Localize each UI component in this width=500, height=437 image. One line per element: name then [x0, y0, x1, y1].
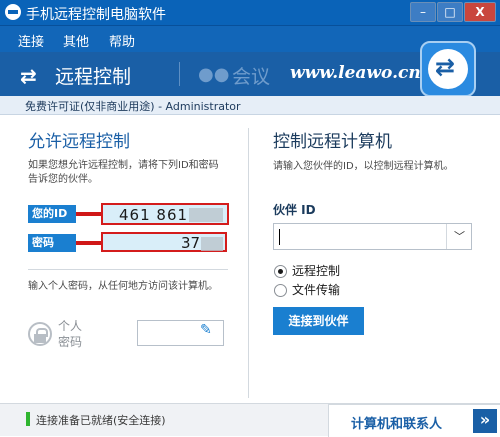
- tab-meeting[interactable]: 会议: [232, 62, 270, 89]
- title-bar: 手机远程控制电脑软件 – □ X: [0, 0, 500, 26]
- minimize-button[interactable]: –: [410, 2, 436, 22]
- password-field: 37: [101, 232, 227, 252]
- allow-remote-control-panel: 允许远程控制 如果您想允许远程控制，请将下列ID和密码告诉您的伙伴。 您的ID …: [0, 115, 250, 405]
- menu-help[interactable]: 帮助: [109, 31, 135, 50]
- your-id-field: 461 861: [101, 203, 229, 225]
- menu-connect[interactable]: 连接: [18, 31, 44, 50]
- maximize-button[interactable]: □: [437, 2, 463, 22]
- your-id-label: 您的ID: [28, 205, 76, 223]
- panel-divider: [248, 128, 249, 398]
- allow-remote-heading: 允许远程控制: [28, 132, 130, 152]
- red-arrow-annotation: [76, 236, 109, 250]
- dropdown-separator: [446, 224, 447, 249]
- radio-file-transfer-label[interactable]: 文件传输: [292, 281, 340, 298]
- id-redaction: [189, 208, 223, 222]
- status-text: 连接准备已就绪(安全连接): [36, 414, 166, 427]
- tab-remote-control[interactable]: 远程控制: [55, 62, 131, 89]
- text-caret: [279, 229, 280, 245]
- personal-password-description: 输入个人密码，从任何地方访问该计算机。: [28, 281, 218, 292]
- control-remote-description: 请输入您伙伴的ID，以控制远程计算机。: [273, 161, 454, 172]
- password-value: 37: [181, 234, 201, 252]
- personal-password-label: 个人密码: [58, 319, 83, 349]
- radio-remote-control[interactable]: [274, 265, 287, 278]
- remote-control-arrows-icon: ⇄: [20, 64, 37, 88]
- computers-contacts-tab[interactable]: 计算机和联系人 »: [328, 404, 500, 437]
- partner-id-label: 伙伴 ID: [273, 203, 316, 217]
- partner-id-input[interactable]: ﹀: [273, 223, 472, 250]
- banner-divider: [179, 62, 180, 86]
- password-redaction: [201, 237, 223, 251]
- license-text: 免费许可证(仅非商业用途) - Administrator: [25, 100, 241, 113]
- teamviewer-app-icon: [5, 4, 21, 20]
- connect-to-partner-button[interactable]: 连接到伙伴: [273, 307, 364, 335]
- your-id-value: 461 861: [119, 206, 189, 224]
- close-button[interactable]: X: [464, 2, 496, 22]
- control-remote-heading: 控制远程计算机: [273, 132, 392, 152]
- section-divider: [28, 269, 228, 270]
- computers-contacts-label: 计算机和联系人: [351, 417, 443, 432]
- window-title: 手机远程控制电脑软件: [26, 7, 166, 23]
- meeting-people-icon: ●●: [198, 64, 230, 85]
- menu-other[interactable]: 其他: [63, 31, 89, 50]
- teamviewer-logo-icon: [420, 41, 476, 97]
- status-bar: 连接准备已就绪(安全连接) 计算机和联系人 »: [0, 403, 500, 437]
- red-arrow-annotation: [76, 207, 109, 221]
- status-indicator: [26, 412, 30, 426]
- pencil-edit-icon[interactable]: ✎: [200, 322, 212, 338]
- radio-file-transfer[interactable]: [274, 284, 287, 297]
- lock-icon: [28, 322, 52, 346]
- allow-remote-description: 如果您想允许远程控制，请将下列ID和密码告诉您的伙伴。: [28, 160, 219, 185]
- watermark-site-url: www.leawo.cn: [290, 63, 421, 83]
- chevron-down-icon[interactable]: ﹀: [454, 228, 465, 244]
- password-label: 密码: [28, 234, 76, 252]
- license-bar: 免费许可证(仅非商业用途) - Administrator: [0, 96, 500, 115]
- radio-remote-control-label[interactable]: 远程控制: [292, 262, 340, 279]
- double-chevron-right-icon[interactable]: »: [473, 409, 497, 433]
